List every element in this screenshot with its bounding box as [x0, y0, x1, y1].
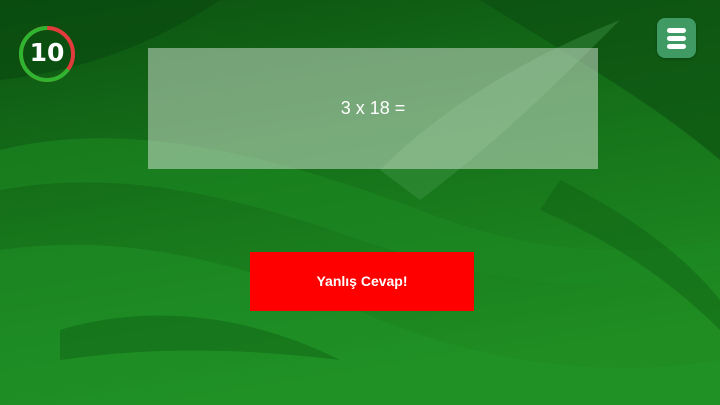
menu-button[interactable]: [657, 18, 696, 58]
question-panel: 3 x 18 =: [148, 48, 598, 169]
feedback-banner: Yanlış Cevap!: [250, 252, 474, 311]
question-text: 3 x 18 =: [340, 98, 406, 118]
feedback-text: Yanlış Cevap!: [316, 273, 408, 289]
timer-value: 10: [29, 38, 65, 67]
countdown-timer: 10: [17, 24, 77, 84]
